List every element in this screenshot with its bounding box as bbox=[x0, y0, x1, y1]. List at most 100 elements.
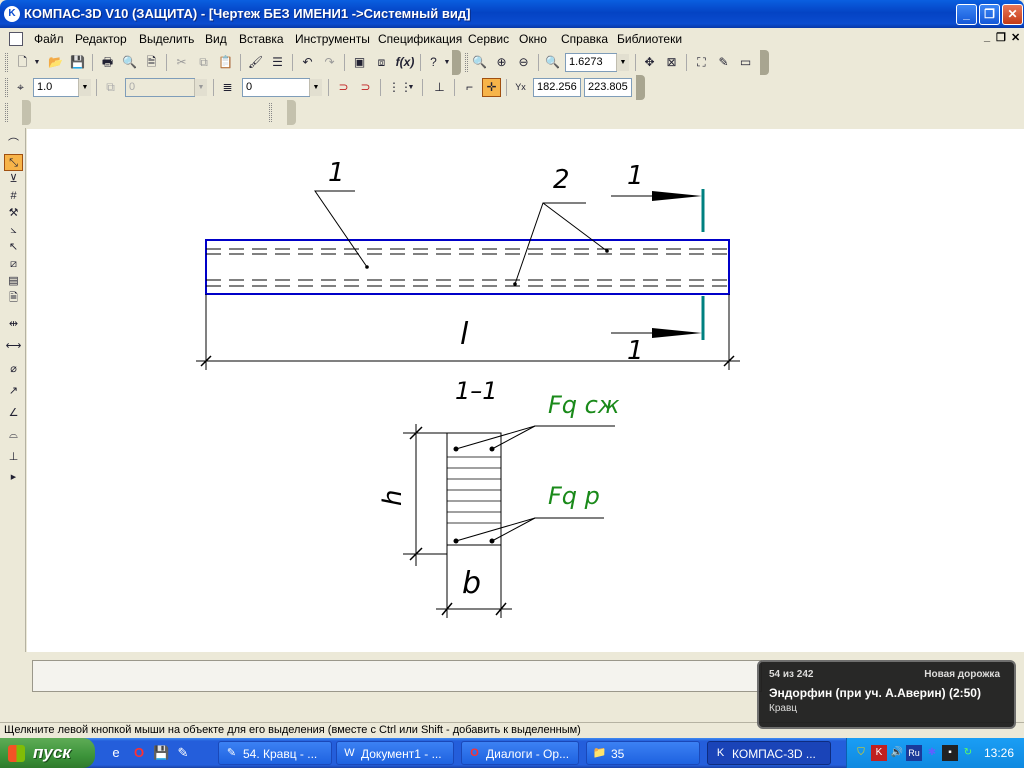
toolbar-grip[interactable] bbox=[5, 103, 8, 122]
save-icon[interactable]: 💾 bbox=[68, 53, 87, 72]
foobar-icon[interactable]: ✎ bbox=[175, 745, 191, 761]
insert-icon[interactable]: 🗎 bbox=[4, 290, 23, 307]
ie-icon[interactable]: e bbox=[108, 745, 124, 761]
symbols-icon[interactable]: ⊻ bbox=[4, 171, 23, 188]
toolbar-grip[interactable] bbox=[465, 53, 468, 72]
palette-expand-icon[interactable]: ▶ bbox=[4, 469, 23, 486]
toolbar-grip[interactable] bbox=[269, 103, 272, 122]
zoom-window-icon[interactable]: 🔍 bbox=[470, 53, 489, 72]
layer-dropdown-icon[interactable]: ▼ bbox=[309, 79, 322, 96]
cut-icon[interactable]: ✂ bbox=[172, 53, 191, 72]
menu-select[interactable]: Выделить bbox=[139, 32, 194, 46]
new-icon[interactable]: 🗋 bbox=[13, 53, 32, 72]
display-icon[interactable]: ▭ bbox=[736, 53, 755, 72]
local-cs-icon[interactable]: ⊥ bbox=[430, 78, 449, 97]
pencil-icon[interactable]: ✎ bbox=[714, 53, 733, 72]
show-all-icon[interactable]: ⊠ bbox=[662, 53, 681, 72]
coord-y-field[interactable]: 223.805 bbox=[584, 78, 632, 97]
paste-icon[interactable]: 📋 bbox=[216, 53, 235, 72]
spec-icon[interactable]: ⧄ bbox=[4, 256, 23, 273]
save-quicklaunch-icon[interactable]: 💾 bbox=[153, 745, 169, 761]
menu-help[interactable]: Справка bbox=[561, 32, 608, 46]
open-icon[interactable]: 📂 bbox=[46, 53, 65, 72]
pan-icon[interactable]: ✥ bbox=[640, 53, 659, 72]
help-pointer-icon[interactable]: ? bbox=[424, 53, 443, 72]
toolbar-grip[interactable] bbox=[5, 78, 8, 97]
style-icon[interactable]: ⧉ bbox=[101, 78, 120, 97]
preview-icon[interactable]: 🔍 bbox=[120, 53, 139, 72]
task-opera[interactable]: O Диалоги - Ор... bbox=[461, 741, 579, 765]
mdi-restore-button[interactable]: ❐ bbox=[996, 31, 1006, 44]
document-icon[interactable] bbox=[9, 32, 23, 46]
linear-dimension-icon[interactable]: ⇹ bbox=[4, 316, 23, 333]
minimize-button[interactable]: _ bbox=[956, 4, 977, 25]
zoom-scale-icon[interactable]: 🔍 bbox=[543, 53, 562, 72]
redo-icon[interactable]: ↷ bbox=[320, 53, 339, 72]
zoom-dropdown-icon[interactable]: ▼ bbox=[616, 54, 629, 71]
language-icon[interactable]: Ru bbox=[906, 745, 922, 761]
menu-specification[interactable]: Спецификация bbox=[378, 32, 462, 46]
shield-icon[interactable]: ⛉ bbox=[853, 745, 869, 761]
local-snap-icon[interactable]: ⊃ bbox=[356, 78, 375, 97]
variables-icon[interactable]: f(x) bbox=[394, 53, 416, 72]
menu-edit[interactable]: Редактор bbox=[75, 32, 127, 46]
volume-icon[interactable]: 🔊 bbox=[889, 745, 905, 761]
network-icon[interactable]: ↻ bbox=[960, 745, 976, 761]
grid-icon[interactable]: ⋮⋮ bbox=[388, 78, 412, 97]
close-button[interactable]: ✕ bbox=[1002, 4, 1023, 25]
mdi-minimize-button[interactable]: _ bbox=[984, 31, 990, 43]
menu-view[interactable]: Вид bbox=[205, 32, 227, 46]
menu-window[interactable]: Окно bbox=[519, 32, 547, 46]
height-dimension-icon[interactable]: ⊥ bbox=[4, 449, 23, 466]
layer-field[interactable]: 0 bbox=[242, 78, 310, 97]
measure-icon[interactable]: ⦣ bbox=[4, 222, 23, 239]
bluetooth-icon[interactable]: ✱ bbox=[924, 745, 940, 761]
grid-dropdown-icon[interactable]: ▼ bbox=[406, 78, 416, 97]
menu-libraries[interactable]: Библиотеки bbox=[617, 32, 682, 46]
dimensions-icon[interactable]: ⤡ bbox=[4, 154, 23, 171]
cursor-coords-icon[interactable]: Yx bbox=[511, 78, 530, 97]
diameter-dimension-icon[interactable]: ⌀ bbox=[4, 361, 23, 378]
step-dropdown-icon[interactable]: ▼ bbox=[78, 79, 91, 96]
task-player[interactable]: ✎ 54. Кравц - ... bbox=[218, 741, 332, 765]
undo-icon[interactable]: ↶ bbox=[298, 53, 317, 72]
style-dropdown-icon[interactable]: ▼ bbox=[194, 79, 207, 96]
monitor-icon[interactable]: ▪ bbox=[942, 745, 958, 761]
parametric-icon[interactable]: # bbox=[4, 188, 23, 205]
horizontal-dimension-icon[interactable]: ⟷ bbox=[4, 338, 23, 355]
zoom-in-icon[interactable]: ⊕ bbox=[492, 53, 511, 72]
antivirus-icon[interactable]: K bbox=[871, 745, 887, 761]
arc-dimension-icon[interactable]: ⌓ bbox=[4, 427, 23, 444]
menu-file[interactable]: Файл bbox=[34, 32, 64, 46]
print-icon[interactable]: 🖶 bbox=[98, 53, 117, 72]
manager-icon[interactable]: ▣ bbox=[350, 53, 369, 72]
task-kompas[interactable]: K КОМПАС-3D ... bbox=[707, 741, 831, 765]
menu-tools[interactable]: Инструменты bbox=[295, 32, 370, 46]
radius-dimension-icon[interactable]: ↗ bbox=[4, 383, 23, 400]
list-icon[interactable]: ☰ bbox=[268, 53, 287, 72]
round-icon[interactable]: ✛ bbox=[482, 78, 501, 97]
drawing-canvas[interactable]: 1 2 1 1 l 1–1 Fq cж Fq p h b bbox=[27, 129, 1024, 652]
snap-magnet-icon[interactable]: ⊃ bbox=[334, 78, 353, 97]
menu-insert[interactable]: Вставка bbox=[239, 32, 284, 46]
toolbar-grip[interactable] bbox=[5, 53, 8, 72]
mdi-close-button[interactable]: ✕ bbox=[1011, 31, 1020, 44]
properties-icon[interactable]: 🗎 bbox=[142, 53, 161, 72]
help-dropdown-icon[interactable]: ▼ bbox=[442, 53, 452, 72]
geometry-icon[interactable]: ⌒ bbox=[4, 136, 23, 153]
layers-icon[interactable]: ≣ bbox=[218, 78, 237, 97]
style-field[interactable]: 0 bbox=[125, 78, 195, 97]
library-icon[interactable]: ⧈ bbox=[372, 53, 391, 72]
format-brush-icon[interactable]: 🖌 bbox=[246, 53, 265, 72]
zoom-value-field[interactable]: 1.6273 bbox=[565, 53, 617, 72]
new-dropdown-icon[interactable]: ▼ bbox=[32, 53, 42, 72]
editing-icon[interactable]: ⚒ bbox=[4, 205, 23, 222]
task-word[interactable]: W Документ1 - ... bbox=[336, 741, 454, 765]
restore-button[interactable]: ❐ bbox=[979, 4, 1000, 25]
reports-icon[interactable]: ▤ bbox=[4, 273, 23, 290]
zoom-out-icon[interactable]: ⊖ bbox=[514, 53, 533, 72]
grid-step-icon[interactable]: ⌖ bbox=[11, 78, 30, 97]
ortho-icon[interactable]: ⌐ bbox=[460, 78, 479, 97]
angle-dimension-icon[interactable]: ∠ bbox=[4, 405, 23, 422]
task-folder[interactable]: 📁 35 bbox=[586, 741, 700, 765]
